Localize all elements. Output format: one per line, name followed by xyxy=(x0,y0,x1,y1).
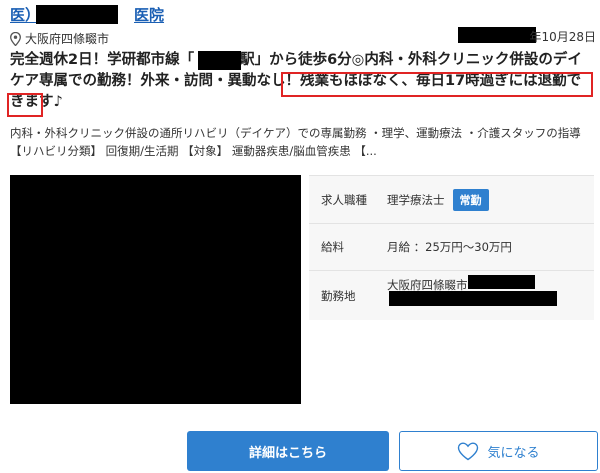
redacted-date-year xyxy=(458,27,536,43)
info-row-job-type: 求人職種 理学療法士 常勤 xyxy=(309,176,594,224)
info-value-salary: 月給 ：25万円〜30万円 xyxy=(387,240,512,254)
highlight-box-line2 xyxy=(7,93,43,117)
redacted-station-name xyxy=(198,51,241,70)
info-label-salary: 給料 xyxy=(321,240,344,254)
posted-date: 年10月28日 xyxy=(529,30,596,44)
favorite-button-label: 気になる xyxy=(487,445,540,461)
info-label-job-type: 求人職種 xyxy=(321,192,367,207)
info-row-salary: 給料 月給 ：25万円〜30万円 xyxy=(309,224,594,271)
heart-icon xyxy=(458,441,479,460)
redacted-address-line1 xyxy=(468,275,535,289)
map-pin-icon xyxy=(10,31,21,46)
info-value-job-type: 理学療法士 xyxy=(387,192,445,207)
job-image xyxy=(10,175,301,404)
title-text-part1: 完全週休2日！学研都市線「 xyxy=(10,52,195,68)
info-label-location: 勤務地 xyxy=(321,288,356,303)
job-description: 内科・外科クリニック併設の通所リハビリ（デイケア）での専属勤務 ・理学、運動療法… xyxy=(10,126,581,158)
favorite-button[interactable]: 気になる xyxy=(399,431,598,471)
redacted-clinic-name xyxy=(36,5,118,24)
highlight-box-line1 xyxy=(281,72,593,97)
redacted-address-line2 xyxy=(389,291,557,306)
location-text: 大阪府四條畷市 xyxy=(25,32,110,46)
clinic-name-suffix: 医院 xyxy=(134,6,165,24)
details-button[interactable]: 詳細はこちら xyxy=(187,431,389,471)
employment-type-badge: 常勤 xyxy=(452,188,489,211)
location: 大阪府四條畷市 xyxy=(10,30,109,47)
